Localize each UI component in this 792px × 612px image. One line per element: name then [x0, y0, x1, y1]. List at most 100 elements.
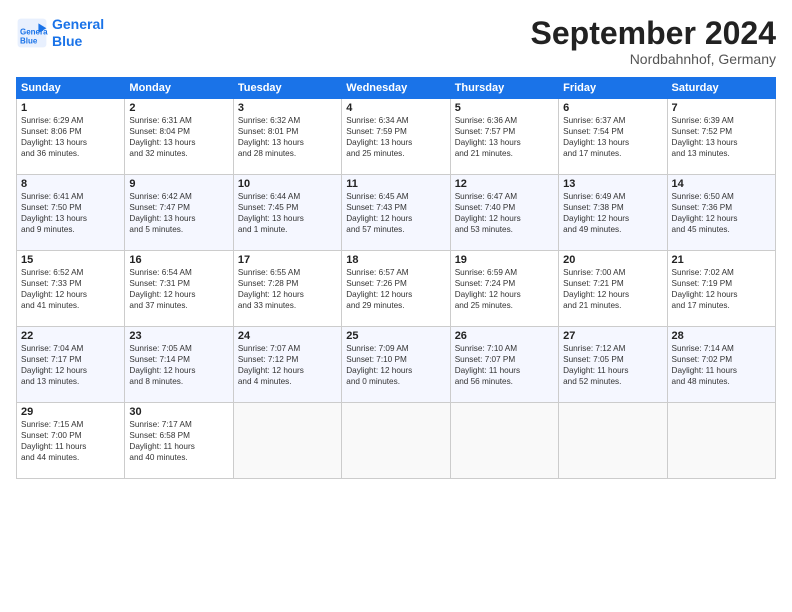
- cell-detail: Sunset: 8:01 PM: [238, 126, 337, 137]
- calendar-cell: 13Sunrise: 6:49 AMSunset: 7:38 PMDayligh…: [559, 175, 667, 251]
- cell-detail: Daylight: 11 hours: [21, 441, 120, 452]
- calendar-cell: 22Sunrise: 7:04 AMSunset: 7:17 PMDayligh…: [17, 327, 125, 403]
- cell-detail: Daylight: 13 hours: [129, 137, 228, 148]
- calendar-week-0: 1Sunrise: 6:29 AMSunset: 8:06 PMDaylight…: [17, 99, 776, 175]
- cell-detail: Sunset: 7:12 PM: [238, 354, 337, 365]
- calendar-cell: 29Sunrise: 7:15 AMSunset: 7:00 PMDayligh…: [17, 403, 125, 479]
- calendar-cell: [450, 403, 558, 479]
- weekday-header-wednesday: Wednesday: [342, 78, 450, 99]
- cell-detail: Sunrise: 6:54 AM: [129, 267, 228, 278]
- cell-detail: Sunset: 7:31 PM: [129, 278, 228, 289]
- day-number: 12: [455, 178, 554, 190]
- cell-detail: Daylight: 11 hours: [455, 365, 554, 376]
- cell-detail: Sunrise: 6:57 AM: [346, 267, 445, 278]
- cell-detail: and 57 minutes.: [346, 224, 445, 235]
- day-number: 27: [563, 330, 662, 342]
- cell-detail: Daylight: 12 hours: [346, 213, 445, 224]
- cell-detail: and 21 minutes.: [563, 300, 662, 311]
- day-number: 2: [129, 102, 228, 114]
- cell-detail: and 45 minutes.: [672, 224, 771, 235]
- cell-detail: Sunset: 7:57 PM: [455, 126, 554, 137]
- cell-detail: Daylight: 13 hours: [563, 137, 662, 148]
- logo-text2: Blue: [52, 33, 104, 50]
- calendar-cell: [233, 403, 341, 479]
- calendar-cell: 30Sunrise: 7:17 AMSunset: 6:58 PMDayligh…: [125, 403, 233, 479]
- cell-detail: Sunrise: 6:49 AM: [563, 191, 662, 202]
- calendar-cell: 9Sunrise: 6:42 AMSunset: 7:47 PMDaylight…: [125, 175, 233, 251]
- cell-detail: and 17 minutes.: [672, 300, 771, 311]
- day-number: 18: [346, 254, 445, 266]
- weekday-header-thursday: Thursday: [450, 78, 558, 99]
- day-number: 24: [238, 330, 337, 342]
- cell-detail: Daylight: 12 hours: [238, 365, 337, 376]
- cell-detail: Sunset: 7:00 PM: [21, 430, 120, 441]
- day-number: 1: [21, 102, 120, 114]
- day-number: 26: [455, 330, 554, 342]
- cell-detail: Daylight: 12 hours: [129, 365, 228, 376]
- location-label: Nordbahnhof, Germany: [531, 51, 776, 67]
- cell-detail: Sunrise: 6:59 AM: [455, 267, 554, 278]
- cell-detail: Sunrise: 6:41 AM: [21, 191, 120, 202]
- calendar-cell: 12Sunrise: 6:47 AMSunset: 7:40 PMDayligh…: [450, 175, 558, 251]
- cell-detail: Daylight: 12 hours: [455, 213, 554, 224]
- cell-detail: Sunrise: 7:07 AM: [238, 343, 337, 354]
- cell-detail: Daylight: 12 hours: [346, 289, 445, 300]
- cell-detail: Sunrise: 7:15 AM: [21, 419, 120, 430]
- cell-detail: Daylight: 13 hours: [346, 137, 445, 148]
- day-number: 29: [21, 406, 120, 418]
- cell-detail: Sunrise: 6:44 AM: [238, 191, 337, 202]
- calendar-cell: 5Sunrise: 6:36 AMSunset: 7:57 PMDaylight…: [450, 99, 558, 175]
- cell-detail: Sunset: 7:19 PM: [672, 278, 771, 289]
- day-number: 8: [21, 178, 120, 190]
- cell-detail: and 53 minutes.: [455, 224, 554, 235]
- calendar-cell: 27Sunrise: 7:12 AMSunset: 7:05 PMDayligh…: [559, 327, 667, 403]
- calendar-cell: 10Sunrise: 6:44 AMSunset: 7:45 PMDayligh…: [233, 175, 341, 251]
- calendar-week-3: 22Sunrise: 7:04 AMSunset: 7:17 PMDayligh…: [17, 327, 776, 403]
- cell-detail: Sunset: 7:26 PM: [346, 278, 445, 289]
- cell-detail: and 21 minutes.: [455, 148, 554, 159]
- cell-detail: Sunset: 7:24 PM: [455, 278, 554, 289]
- weekday-header-monday: Monday: [125, 78, 233, 99]
- cell-detail: Daylight: 11 hours: [563, 365, 662, 376]
- cell-detail: Sunset: 7:05 PM: [563, 354, 662, 365]
- day-number: 5: [455, 102, 554, 114]
- weekday-header-saturday: Saturday: [667, 78, 775, 99]
- calendar-cell: 21Sunrise: 7:02 AMSunset: 7:19 PMDayligh…: [667, 251, 775, 327]
- cell-detail: and 28 minutes.: [238, 148, 337, 159]
- cell-detail: Sunrise: 6:55 AM: [238, 267, 337, 278]
- cell-detail: and 13 minutes.: [21, 376, 120, 387]
- cell-detail: Daylight: 12 hours: [238, 289, 337, 300]
- cell-detail: Daylight: 12 hours: [346, 365, 445, 376]
- day-number: 20: [563, 254, 662, 266]
- cell-detail: Sunrise: 6:31 AM: [129, 115, 228, 126]
- cell-detail: Sunset: 7:50 PM: [21, 202, 120, 213]
- calendar-cell: 17Sunrise: 6:55 AMSunset: 7:28 PMDayligh…: [233, 251, 341, 327]
- calendar-week-1: 8Sunrise: 6:41 AMSunset: 7:50 PM Daylight…: [17, 175, 776, 251]
- calendar-cell: 19Sunrise: 6:59 AMSunset: 7:24 PMDayligh…: [450, 251, 558, 327]
- logo-text: General: [52, 16, 104, 33]
- day-number: 17: [238, 254, 337, 266]
- calendar-cell: 4Sunrise: 6:34 AMSunset: 7:59 PMDaylight…: [342, 99, 450, 175]
- day-number: 9: [129, 178, 228, 190]
- cell-detail: and 9 minutes.: [21, 224, 120, 235]
- cell-detail: Sunrise: 7:05 AM: [129, 343, 228, 354]
- cell-detail: and 29 minutes.: [346, 300, 445, 311]
- calendar-cell: 6Sunrise: 6:37 AMSunset: 7:54 PMDaylight…: [559, 99, 667, 175]
- day-number: 11: [346, 178, 445, 190]
- day-number: 14: [672, 178, 771, 190]
- cell-detail: Sunset: 7:14 PM: [129, 354, 228, 365]
- calendar-cell: 26Sunrise: 7:10 AMSunset: 7:07 PMDayligh…: [450, 327, 558, 403]
- cell-detail: Daylight: 12 hours: [455, 289, 554, 300]
- calendar-cell: 11Sunrise: 6:45 AMSunset: 7:43 PMDayligh…: [342, 175, 450, 251]
- cell-detail: Sunrise: 6:39 AM: [672, 115, 771, 126]
- calendar-cell: 8Sunrise: 6:41 AMSunset: 7:50 PMDaylight…: [17, 175, 125, 251]
- cell-detail: Daylight: 12 hours: [21, 289, 120, 300]
- cell-detail: and 37 minutes.: [129, 300, 228, 311]
- cell-detail: Daylight: 11 hours: [129, 441, 228, 452]
- day-number: 13: [563, 178, 662, 190]
- cell-detail: and 44 minutes.: [21, 452, 120, 463]
- cell-detail: Sunrise: 6:42 AM: [129, 191, 228, 202]
- page-header: General Blue General Blue September 2024…: [16, 16, 776, 67]
- day-number: 7: [672, 102, 771, 114]
- cell-detail: Sunset: 7:43 PM: [346, 202, 445, 213]
